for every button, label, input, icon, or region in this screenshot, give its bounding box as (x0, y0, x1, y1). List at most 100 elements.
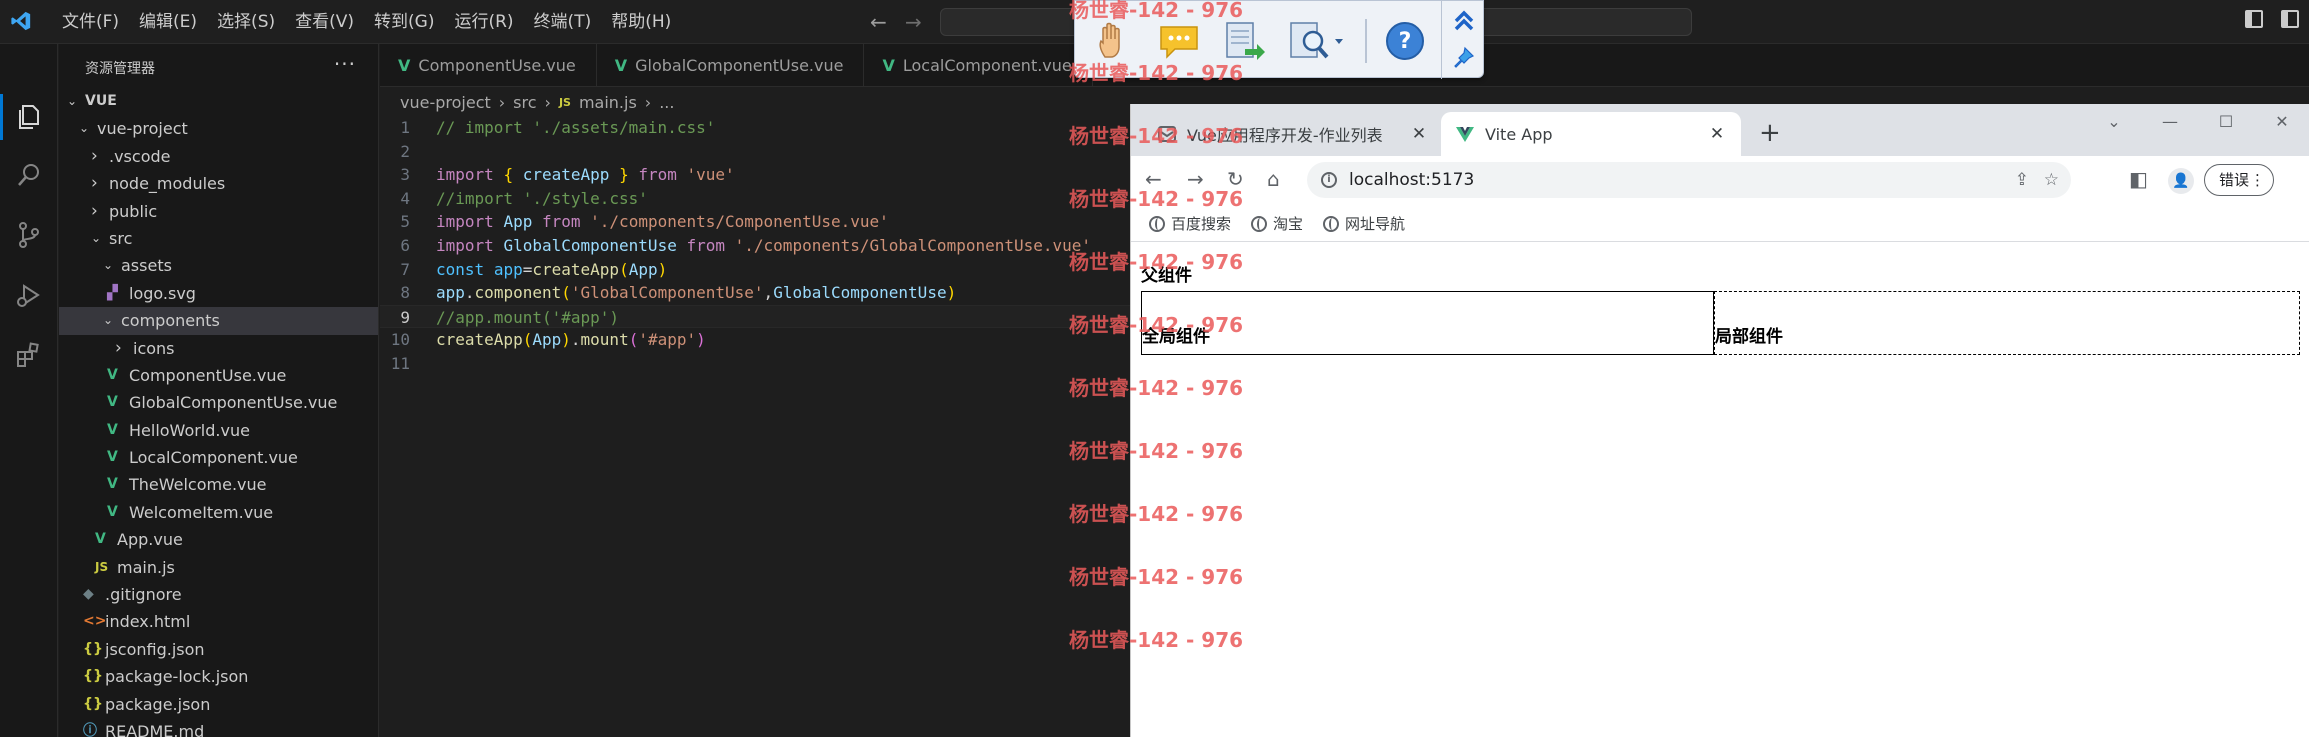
bookmark-nav[interactable]: 网址导航 (1323, 213, 1405, 234)
explorer-title: 资源管理器 (85, 61, 155, 77)
pin-icon[interactable] (1452, 45, 1476, 71)
tree-file[interactable]: ◆ .gitignore (59, 581, 378, 608)
tree-file[interactable]: V TheWelcome.vue (59, 471, 378, 498)
tree-file[interactable]: <> index.html (59, 608, 378, 635)
tree-folder[interactable]: ⌄ assets (59, 252, 378, 279)
home-icon[interactable]: ⌂ (1267, 167, 1280, 191)
vue-file-icon: V (398, 56, 411, 75)
close-tab-icon[interactable]: ✕ (1409, 124, 1429, 144)
code-text[interactable]: import { createApp } from 'vue' (436, 163, 735, 187)
tree-file[interactable]: {} jsconfig.json (59, 636, 378, 663)
code-text[interactable]: import GlobalComponentUse from './compon… (436, 234, 1091, 258)
breadcrumb-folder[interactable]: vue-project (400, 93, 491, 112)
explorer-files-icon[interactable] (14, 102, 44, 132)
editor-tab[interactable]: V LocalComponent.vue (864, 44, 1093, 87)
bookmark-baidu[interactable]: 百度搜索 (1149, 213, 1231, 234)
gitignore-file-icon: ◆ (83, 586, 94, 603)
code-text[interactable]: import App from './components/ComponentU… (436, 210, 889, 234)
tree-file[interactable]: ⓘ README.md (59, 718, 378, 737)
tree-folder[interactable]: ⌄ vue-project (59, 115, 378, 142)
share-icon[interactable]: ⇪ (2015, 170, 2029, 190)
search-icon[interactable] (14, 160, 44, 190)
breadcrumb-file[interactable]: main.js (579, 93, 637, 112)
chevron-down-icon[interactable]: ⌄ (91, 225, 101, 252)
nav-back-icon[interactable]: ← (870, 10, 887, 34)
menu-item[interactable]: 查看(V) (285, 0, 364, 44)
editor-tab[interactable]: V ComponentUse.vue (380, 44, 597, 87)
code-text[interactable]: // import './assets/main.css' (436, 116, 715, 140)
editor-tab[interactable]: V GlobalComponentUse.vue (597, 44, 865, 87)
code-token: from (686, 235, 725, 255)
code-text[interactable]: //app.mount('#app') (436, 306, 619, 330)
menu-item[interactable]: 帮助(H) (601, 0, 681, 44)
new-tab-button[interactable]: + (1759, 118, 1781, 148)
code-text[interactable]: //import './style.css' (436, 187, 648, 211)
tab-search-icon[interactable]: ⌄ (2086, 104, 2142, 140)
address-bar[interactable]: i localhost:5173 ⇪ ☆ (1307, 162, 2071, 198)
tree-folder[interactable]: › icons (59, 335, 378, 362)
nav-forward-icon[interactable]: → (905, 10, 922, 34)
source-control-icon[interactable] (14, 220, 44, 250)
toggle-sidebar-icon[interactable] (2245, 10, 2263, 28)
tree-item-label: .vscode (109, 146, 171, 166)
tree-file[interactable]: V App.vue (59, 526, 378, 553)
tree-folder[interactable]: ⌄ components (59, 307, 378, 335)
bookmark-star-icon[interactable]: ☆ (2044, 170, 2059, 190)
code-text[interactable]: app.component('GlobalComponentUse',Globa… (436, 281, 956, 305)
bookmark-label: 百度搜索 (1171, 215, 1232, 233)
chevron-down-icon[interactable]: ⌄ (67, 88, 77, 115)
tree-folder[interactable]: › node_modules (59, 170, 378, 197)
bookmark-taobao[interactable]: 淘宝 (1251, 213, 1303, 234)
chrome-menu-icon[interactable]: ⋮ (2250, 165, 2265, 195)
tree-file[interactable]: V ComponentUse.vue (59, 362, 378, 389)
tree-folder[interactable]: ⌄ src (59, 225, 378, 252)
chevron-down-icon[interactable]: ⌄ (79, 115, 89, 142)
tree-folder[interactable]: › public (59, 198, 378, 225)
chevron-right-icon[interactable]: › (115, 335, 122, 362)
site-info-icon[interactable]: i (1321, 172, 1337, 188)
breadcrumb-symbol[interactable]: ... (659, 93, 674, 112)
tree-file[interactable]: {} package-lock.json (59, 663, 378, 690)
tree-folder[interactable]: › .vscode (59, 143, 378, 170)
menu-item[interactable]: 转到(G) (364, 0, 444, 44)
menu-item[interactable]: 文件(F) (52, 0, 129, 44)
chevron-right-icon[interactable]: › (91, 198, 98, 225)
menu-item[interactable]: 编辑(E) (129, 0, 207, 44)
tree-file[interactable]: V LocalComponent.vue (59, 444, 378, 471)
run-debug-icon[interactable] (14, 280, 44, 310)
profile-avatar-icon[interactable]: 👤 (2168, 168, 2194, 194)
tree-file[interactable]: {} package.json (59, 691, 378, 718)
bookmark-label: 淘宝 (1273, 215, 1304, 233)
breadcrumb-folder[interactable]: src (513, 93, 536, 112)
close-tab-icon[interactable]: ✕ (1707, 124, 1727, 144)
chevron-right-icon[interactable]: › (91, 143, 98, 170)
maximize-icon[interactable]: ☐ (2198, 104, 2254, 140)
menu-item[interactable]: 选择(S) (207, 0, 285, 44)
address-url[interactable]: localhost:5173 (1349, 170, 1474, 190)
chevron-down-icon[interactable]: ⌄ (103, 252, 113, 279)
tree-folder[interactable]: ⌄ VUE (59, 88, 378, 115)
tree-file[interactable]: V WelcomeItem.vue (59, 499, 378, 526)
extensions-icon[interactable] (14, 340, 44, 370)
code-token: GlobalComponentUse (773, 283, 947, 303)
menu-item[interactable]: 终端(T) (524, 0, 602, 44)
tree-file[interactable]: V GlobalComponentUse.vue (59, 389, 378, 416)
tree-file[interactable]: ▞ logo.svg (59, 280, 378, 307)
menu-item[interactable]: 运行(R) (444, 0, 523, 44)
customize-layout-icon[interactable] (2281, 10, 2299, 28)
more-actions-icon[interactable]: ··· (334, 52, 356, 76)
side-panel-icon[interactable]: ◧ (2129, 167, 2148, 191)
browser-tab-vite-app[interactable]: Vite App ✕ (1441, 112, 1741, 156)
minimize-icon[interactable]: — (2142, 104, 2198, 140)
code-text[interactable]: const app=createApp(App) (436, 258, 667, 282)
error-button[interactable]: 错误 ⋮ (2204, 164, 2275, 196)
tree-file[interactable]: V HelloWorld.vue (59, 417, 378, 444)
code-text[interactable]: createApp(App).mount('#app') (436, 328, 706, 352)
zoom-document-icon[interactable] (1287, 17, 1351, 65)
tree-file[interactable]: JS main.js (59, 554, 378, 581)
help-question-icon[interactable]: ? (1381, 17, 1429, 65)
chevron-right-icon[interactable]: › (91, 170, 98, 197)
chevron-down-icon[interactable]: ⌄ (103, 307, 113, 334)
collapse-up-icon[interactable] (1452, 7, 1476, 35)
close-window-icon[interactable]: ✕ (2254, 104, 2309, 140)
